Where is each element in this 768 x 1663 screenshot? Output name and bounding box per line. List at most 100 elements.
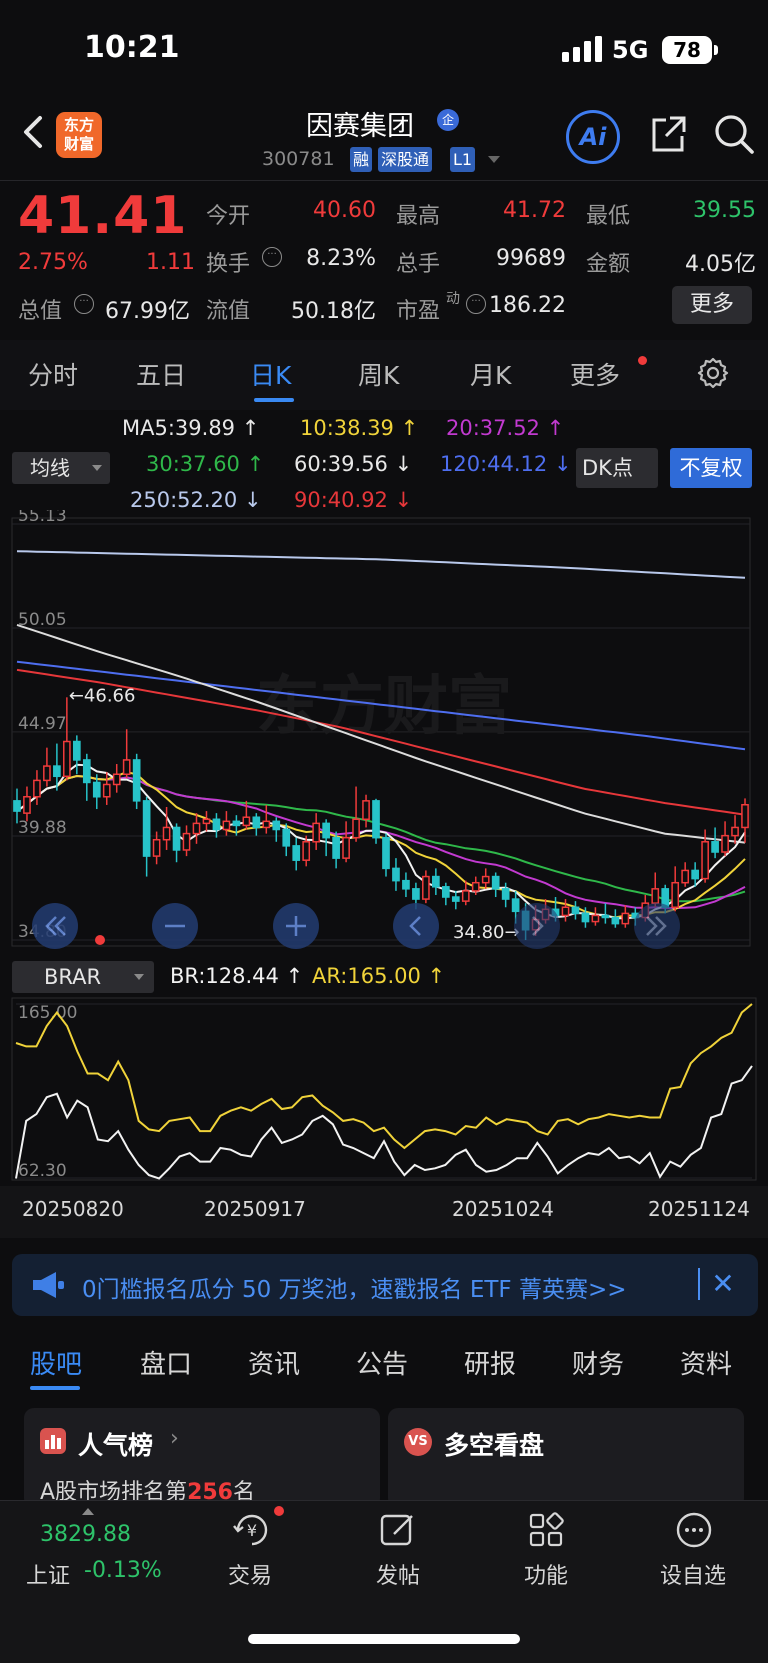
popularity-card[interactable]: 人气榜 › A股市场排名第256名 (24, 1408, 380, 1508)
candle (202, 818, 211, 825)
candle (481, 875, 490, 884)
level-tag: L1 (450, 147, 476, 172)
tab-monthly-k[interactable]: 月K (470, 356, 511, 392)
scroll-left-button[interactable] (393, 903, 439, 949)
high-label: 最高 (396, 204, 441, 229)
low-marker: 34.80→ (453, 922, 520, 943)
y-tick-label: 165.00 (18, 1003, 77, 1023)
candle (232, 820, 241, 827)
more-button[interactable]: 更多 (672, 286, 752, 324)
vs-icon: VS (404, 1428, 432, 1456)
back-icon[interactable] (20, 112, 48, 152)
candle (471, 881, 480, 892)
sub-indicator-select[interactable]: BRAR (12, 961, 154, 993)
candle (731, 826, 739, 837)
stock-code: 300781 (262, 148, 335, 170)
nav-trade[interactable]: 交易 (228, 1558, 272, 1590)
tab-financials[interactable]: 财务 (572, 1344, 624, 1381)
turnover-value: 8.23% (306, 246, 376, 271)
nav-watchlist[interactable]: 设自选 (660, 1558, 726, 1590)
info-icon[interactable]: ··· (74, 294, 94, 314)
candle (192, 822, 201, 835)
chevron-right-icon: › (170, 1426, 179, 1451)
candle (591, 914, 600, 923)
close-icon[interactable]: ✕ (706, 1264, 740, 1304)
gear-icon[interactable] (696, 356, 730, 390)
ai-button[interactable]: Ai (566, 110, 620, 164)
trade-icon[interactable]: ¥ (230, 1508, 274, 1552)
chevron-left-icon (409, 916, 421, 936)
candle (362, 800, 370, 821)
ma10-line (16, 771, 746, 919)
expand-icon[interactable] (82, 1508, 94, 1515)
dk-point-button[interactable]: DK点 (576, 448, 658, 488)
candle (382, 836, 390, 870)
candle (741, 803, 749, 829)
candle (292, 845, 301, 861)
index-value[interactable]: 3829.88 (40, 1522, 131, 1547)
ar-value: AR:165.00 ↑ (312, 964, 446, 988)
app-logo: 东方 财富 (56, 112, 102, 158)
long-short-card[interactable]: VS 多空看盘 (388, 1408, 744, 1508)
tab-more[interactable]: 更多 (570, 356, 620, 392)
info-icon[interactable]: ··· (262, 247, 282, 267)
enterprise-badge: 企 (437, 109, 459, 131)
br-value: BR:128.44 ↑ (170, 964, 304, 988)
candle (581, 912, 590, 923)
scroll-right-fast-button[interactable] (634, 903, 680, 949)
tab-five-day[interactable]: 五日 (136, 356, 186, 392)
minus-icon (165, 924, 185, 928)
tab-daily-k[interactable]: 日K (250, 356, 291, 392)
zoom-in-button[interactable] (273, 903, 319, 949)
edit-icon[interactable] (376, 1508, 420, 1552)
main-indicator-select[interactable]: 均线 (12, 452, 110, 484)
tab-intraday[interactable]: 分时 (28, 356, 78, 392)
candle (102, 783, 111, 798)
candle (571, 906, 580, 915)
active-tab-indicator (254, 398, 294, 402)
nav-functions[interactable]: 功能 (524, 1558, 568, 1590)
y-tick-label: 55.13 (18, 510, 67, 526)
volume-value: 99689 (496, 246, 566, 271)
scroll-left-fast-button[interactable] (32, 903, 78, 949)
plus-icon (286, 916, 306, 936)
tab-guba[interactable]: 股吧 (30, 1344, 82, 1381)
zoom-out-button[interactable] (152, 903, 198, 949)
candlestick-chart[interactable]: 55.1350.0544.9739.8834.80东方财富←46.6634.80… (0, 510, 768, 958)
float-cap-label: 流值 (206, 299, 251, 324)
ma-legend-item: 250:52.20 ↓ (130, 488, 262, 512)
scroll-right-button[interactable] (514, 903, 560, 949)
tab-order-book[interactable]: 盘口 (140, 1344, 192, 1381)
candle (272, 820, 281, 831)
ar-line (15, 1003, 753, 1150)
stock-name: 因赛集团 (306, 111, 414, 142)
chevron-down-icon[interactable] (488, 156, 500, 163)
grid-icon[interactable] (524, 1508, 568, 1552)
candle (112, 773, 121, 786)
more-icon[interactable] (672, 1508, 716, 1552)
nav-post[interactable]: 发帖 (376, 1558, 420, 1590)
tab-news[interactable]: 资讯 (248, 1344, 300, 1381)
candle (721, 834, 729, 853)
sub-indicator-label: BRAR (44, 965, 102, 989)
tab-announcements[interactable]: 公告 (356, 1344, 408, 1381)
search-icon[interactable] (712, 112, 756, 156)
candle (701, 841, 709, 880)
candle (422, 875, 430, 900)
share-icon[interactable] (646, 112, 690, 156)
divider (0, 180, 768, 181)
adjust-button[interactable]: 不复权 (670, 448, 752, 488)
promo-banner[interactable]: 0门槛报名瓜分 50 万奖池，速戳报名 ETF 菁英赛>> ✕ (12, 1254, 758, 1316)
tab-weekly-k[interactable]: 周K (358, 356, 399, 392)
ma-legend-item: 20:37.52 ↑ (446, 416, 565, 440)
index-name[interactable]: 上证 (26, 1558, 70, 1590)
brar-chart[interactable]: 165.00 62.30 (0, 994, 768, 1186)
br-line (15, 1065, 753, 1180)
candle (432, 875, 440, 888)
candle (561, 906, 570, 917)
tab-research[interactable]: 研报 (464, 1344, 516, 1381)
change-amount: 1.11 (146, 250, 195, 275)
tab-profile[interactable]: 资料 (680, 1344, 732, 1381)
index-change[interactable]: -0.13% (84, 1558, 162, 1583)
candle (312, 822, 321, 843)
